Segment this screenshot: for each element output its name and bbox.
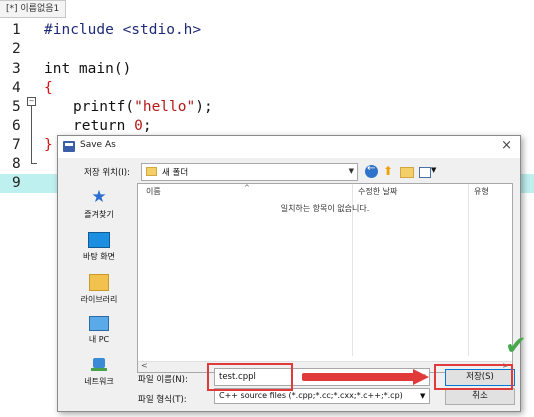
line-number: 2 <box>12 41 21 57</box>
open-brace: { <box>44 80 53 96</box>
save-location-label: 저장 위치(I): <box>84 168 130 178</box>
scroll-left-icon[interactable]: < <box>141 361 148 370</box>
star-icon: ★ <box>91 187 107 207</box>
column-header-modified[interactable]: 수정한 날짜 <box>358 186 397 197</box>
return-value: 0 <box>134 118 143 134</box>
fold-toggle-icon[interactable]: − <box>27 97 36 106</box>
save-location-dropdown[interactable]: 새 폴더 ▼ <box>141 163 358 181</box>
editor-tab[interactable]: [*] 이름없음1 <box>0 0 67 18</box>
main-declaration: int main() <box>44 61 132 77</box>
code-line-3: 3 int main() <box>0 60 534 79</box>
place-label: 바탕 화면 <box>83 252 115 261</box>
places-bar: ★ 즐겨찾기 바탕 화면 라이브러리 내 PC 네트워크 <box>64 186 134 396</box>
new-folder-icon[interactable] <box>400 167 414 178</box>
line-number: 7 <box>12 137 21 153</box>
printf-call: printf( <box>73 99 135 115</box>
desktop-icon <box>88 232 110 248</box>
library-icon <box>89 274 109 291</box>
close-brace: } <box>44 137 53 153</box>
red-arrow-icon <box>302 373 416 381</box>
code-line-5: 5 printf("hello"); <box>0 98 534 117</box>
column-header-type[interactable]: 유형 <box>474 186 489 197</box>
folder-icon <box>146 167 157 176</box>
line-number: 5 <box>12 99 21 115</box>
chevron-down-icon[interactable]: ▼ <box>420 392 425 400</box>
pc-icon <box>89 316 109 331</box>
checkmark-icon: ✔ <box>505 331 527 361</box>
back-icon[interactable] <box>365 163 378 178</box>
return-keyword: return <box>73 118 135 134</box>
cancel-button[interactable]: 취소 <box>445 388 515 405</box>
printf-end: ); <box>195 99 213 115</box>
save-highlight-box <box>434 364 513 390</box>
line-number: 3 <box>12 61 21 77</box>
place-network[interactable]: 네트워크 <box>64 358 134 387</box>
sort-caret-icon: ^ <box>244 184 250 192</box>
close-icon[interactable]: × <box>501 138 512 153</box>
place-desktop[interactable]: 바탕 화면 <box>64 232 134 262</box>
chevron-down-icon: ▼ <box>348 167 354 175</box>
line-number: 9 <box>12 175 21 191</box>
filename-label: 파일 이름(N): <box>138 375 188 385</box>
place-label: 라이브러리 <box>80 295 118 304</box>
place-label: 즐겨찾기 <box>84 210 114 219</box>
fold-guide <box>31 105 32 163</box>
line-number: 6 <box>12 118 21 134</box>
dialog-titlebar[interactable]: Save As × <box>58 136 520 158</box>
place-favorites[interactable]: ★ 즐겨찾기 <box>64 188 134 220</box>
up-folder-icon[interactable]: ⬆ <box>383 165 396 178</box>
fold-end-marker <box>31 163 37 164</box>
line-number: 8 <box>12 156 21 172</box>
line-number: 1 <box>12 22 21 38</box>
red-arrow-head <box>413 369 429 385</box>
column-header-name[interactable]: 이름 <box>146 186 161 197</box>
code-line-4: 4 { <box>0 79 534 98</box>
chevron-down-icon[interactable]: ▼ <box>431 166 436 174</box>
network-icon <box>90 358 108 373</box>
place-libraries[interactable]: 라이브러리 <box>64 274 134 305</box>
place-label: 내 PC <box>88 335 110 344</box>
place-label: 네트워크 <box>84 377 114 386</box>
app-icon <box>63 141 75 152</box>
line-number: 4 <box>12 80 21 96</box>
include-directive: #include <stdio.h> <box>44 22 202 38</box>
place-this-pc[interactable]: 내 PC <box>64 316 134 345</box>
empty-message: 일치하는 항목이 없습니다. <box>280 204 370 213</box>
code-line-2: 2 <box>0 40 534 59</box>
filetype-label: 파일 형식(T): <box>138 395 187 405</box>
file-list[interactable]: 이름 ^ 수정한 날짜 유형 일치하는 항목이 없습니다. < > <box>137 183 513 373</box>
dialog-title: Save As <box>80 140 116 150</box>
save-location-value: 새 폴더 <box>162 168 189 178</box>
return-end: ; <box>142 118 152 134</box>
code-line-1: 1 #include <stdio.h> <box>0 21 534 40</box>
filename-highlight-box <box>207 363 293 391</box>
view-menu-icon[interactable] <box>419 167 431 178</box>
code-line-6: 6 return 0; <box>0 117 534 136</box>
string-literal: "hello" <box>134 99 196 115</box>
